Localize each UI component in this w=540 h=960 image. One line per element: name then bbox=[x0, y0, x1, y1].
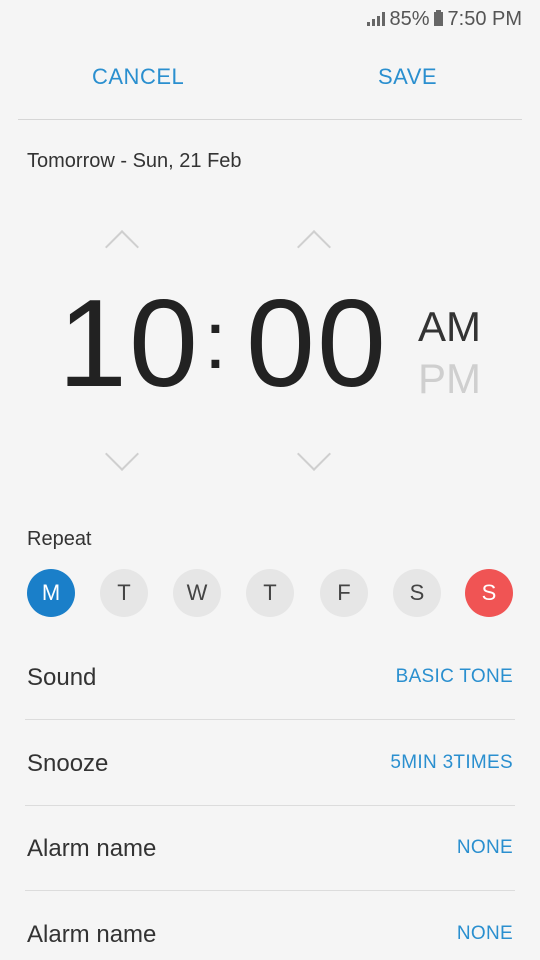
status-time: 7:50 PM bbox=[447, 7, 522, 30]
time-separator: : bbox=[204, 295, 227, 386]
action-bar: CANCEL SAVE bbox=[18, 38, 522, 120]
setting-value[interactable]: NONE bbox=[457, 837, 513, 859]
setting-row-alarm-name[interactable]: Alarm name NONE bbox=[25, 805, 515, 891]
day-saturday[interactable]: S bbox=[393, 569, 441, 617]
save-button[interactable]: SAVE bbox=[378, 64, 437, 90]
hour-value[interactable]: 10 bbox=[58, 282, 200, 406]
am-option[interactable]: AM bbox=[418, 306, 481, 348]
setting-row-snooze[interactable]: Snooze 5MIN 3TIMES bbox=[25, 720, 515, 806]
day-thursday[interactable]: T bbox=[246, 569, 294, 617]
setting-label: Alarm name bbox=[27, 835, 157, 862]
day-monday[interactable]: M bbox=[27, 569, 75, 617]
day-wednesday[interactable]: W bbox=[173, 569, 221, 617]
minute-decrement-chevron-down-icon[interactable] bbox=[297, 437, 331, 471]
setting-label: Snooze bbox=[27, 750, 109, 777]
day-friday[interactable]: F bbox=[320, 569, 368, 617]
pm-option[interactable]: PM bbox=[418, 358, 481, 400]
battery-icon bbox=[433, 10, 443, 26]
setting-row-alarm-name-2[interactable]: Alarm name NONE bbox=[25, 891, 515, 960]
minute-increment-chevron-up-icon[interactable] bbox=[297, 230, 331, 264]
status-bar: 85% 7:50 PM bbox=[0, 0, 540, 38]
alarm-date: Tomorrow - Sun, 21 Feb bbox=[27, 150, 242, 172]
setting-label: Sound bbox=[27, 664, 97, 691]
setting-value[interactable]: BASIC TONE bbox=[396, 666, 513, 688]
battery-percentage: 85% bbox=[389, 7, 430, 30]
day-sunday[interactable]: S bbox=[465, 569, 513, 617]
hour-decrement-chevron-down-icon[interactable] bbox=[105, 437, 139, 471]
hour-increment-chevron-up-icon[interactable] bbox=[105, 230, 139, 264]
setting-row-sound[interactable]: Sound BASIC TONE bbox=[25, 634, 515, 720]
day-tuesday[interactable]: T bbox=[100, 569, 148, 617]
cancel-button[interactable]: CANCEL bbox=[92, 64, 184, 90]
signal-icon bbox=[367, 12, 386, 26]
setting-label: Alarm name bbox=[27, 921, 157, 948]
repeat-label: Repeat bbox=[27, 528, 92, 550]
minute-value[interactable]: 00 bbox=[246, 282, 388, 406]
repeat-days: M T W T F S S bbox=[27, 569, 513, 617]
setting-value[interactable]: 5MIN 3TIMES bbox=[390, 752, 513, 774]
setting-value[interactable]: NONE bbox=[457, 923, 513, 945]
